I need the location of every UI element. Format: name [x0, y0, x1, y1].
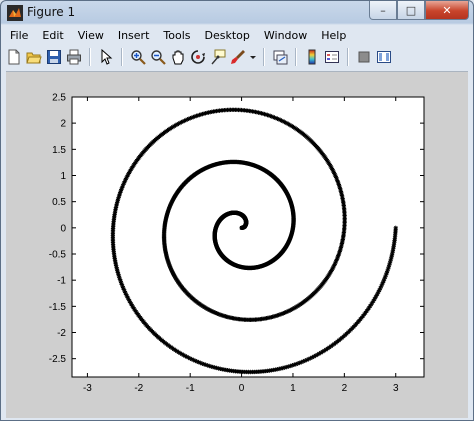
x-tick-label: 1	[290, 383, 296, 394]
menu-view[interactable]: View	[71, 27, 111, 45]
pan-icon	[172, 50, 184, 65]
rotate-3d-icon	[191, 50, 205, 64]
insert-colorbar-icon	[308, 49, 316, 65]
x-tick-label: -2	[134, 383, 143, 394]
brush-button[interactable]	[229, 48, 247, 66]
toolbar-separator	[295, 48, 297, 66]
figure-window: Figure 1 – □ ✕ File Edit View Insert Too…	[0, 0, 474, 421]
matlab-logo-icon	[7, 5, 23, 21]
zoom-in-button[interactable]	[129, 48, 147, 66]
menu-insert[interactable]: Insert	[111, 27, 157, 45]
x-tick-label: 0	[239, 383, 245, 394]
chevron-down-icon	[250, 56, 256, 59]
y-tick-label: 1	[60, 171, 66, 182]
x-tick-label: -1	[186, 383, 195, 394]
rotate-3d-button[interactable]	[189, 48, 207, 66]
zoom-out-button[interactable]	[149, 48, 167, 66]
y-tick-label: -2	[57, 328, 66, 339]
spiral-point-marker	[393, 225, 398, 231]
open-file-button[interactable]	[25, 48, 43, 66]
figure-canvas[interactable]: -3 -2 -1 0 1 2 3 2.5 2 1.5 1 0.5 0 -0.5 -1 -1.5 -2 -2.5	[6, 71, 468, 418]
x-tick-label: 3	[393, 383, 399, 394]
menu-bar: File Edit View Insert Tools Desktop Wind…	[1, 27, 473, 45]
maximize-button[interactable]: □	[397, 1, 425, 20]
menu-help[interactable]: Help	[314, 27, 353, 45]
toolbar-separator	[89, 48, 91, 66]
y-tick-label: 1.5	[52, 145, 66, 156]
menu-desktop[interactable]: Desktop	[198, 27, 257, 45]
save-button[interactable]	[45, 48, 63, 66]
menu-file[interactable]: File	[1, 27, 35, 45]
show-plot-tools-icon	[377, 51, 391, 63]
data-cursor-button[interactable]	[209, 48, 227, 66]
link-plot-icon	[273, 50, 288, 65]
insert-legend-button[interactable]	[323, 48, 341, 66]
title-bar[interactable]: Figure 1 – □ ✕	[1, 1, 473, 25]
axes-background	[71, 96, 425, 378]
x-tick-label: 2	[342, 383, 348, 394]
y-tick-label: 0.5	[52, 197, 66, 208]
show-plot-tools-button[interactable]	[375, 48, 393, 66]
menu-window[interactable]: Window	[257, 27, 314, 45]
spiral-plot[interactable]: -3 -2 -1 0 1 2 3 2.5 2 1.5 1 0.5 0 -0.5 -1 -1.5 -2 -2.5	[6, 72, 468, 418]
toolbar-separator	[263, 48, 265, 66]
y-tick-label: -0.5	[49, 250, 67, 261]
zoom-in-icon	[131, 50, 146, 65]
window-controls: – □ ✕	[369, 1, 469, 21]
y-tick-label: -2.5	[49, 354, 67, 365]
hide-plot-tools-icon	[358, 51, 370, 63]
hide-plot-tools-button[interactable]	[355, 48, 373, 66]
data-cursor-icon	[211, 49, 226, 65]
new-figure-icon	[8, 49, 20, 65]
window-title: Figure 1	[27, 5, 76, 19]
toolbar-separator	[121, 48, 123, 66]
print-icon	[67, 49, 81, 65]
menu-edit[interactable]: Edit	[35, 27, 70, 45]
open-file-icon	[26, 52, 42, 64]
pan-button[interactable]	[169, 48, 187, 66]
minimize-button[interactable]: –	[369, 1, 397, 20]
pointer-icon	[101, 49, 113, 65]
link-plot-button[interactable]	[271, 48, 289, 66]
figure-toolbar	[5, 46, 469, 68]
x-tick-labels: -3 -2 -1 0 1 2 3	[83, 383, 399, 394]
insert-colorbar-button[interactable]	[303, 48, 321, 66]
save-icon	[47, 50, 61, 64]
close-button[interactable]: ✕	[425, 1, 469, 20]
y-tick-label: -1	[57, 276, 66, 287]
y-tick-label: 0	[60, 223, 66, 234]
insert-legend-icon	[325, 51, 339, 63]
new-figure-button[interactable]	[5, 48, 23, 66]
brush-dropdown[interactable]	[249, 48, 257, 66]
menu-tools[interactable]: Tools	[156, 27, 197, 45]
print-button[interactable]	[65, 48, 83, 66]
edit-plot-button[interactable]	[97, 48, 115, 66]
brush-icon	[231, 50, 245, 64]
x-tick-label: -3	[83, 383, 92, 394]
y-tick-label: -1.5	[49, 302, 67, 313]
y-tick-label: 2.5	[52, 93, 66, 104]
toolbar-separator	[347, 48, 349, 66]
y-tick-label: 2	[60, 119, 66, 130]
zoom-out-icon	[151, 50, 166, 65]
y-tick-labels: 2.5 2 1.5 1 0.5 0 -0.5 -1 -1.5 -2 -2.5	[49, 93, 67, 366]
